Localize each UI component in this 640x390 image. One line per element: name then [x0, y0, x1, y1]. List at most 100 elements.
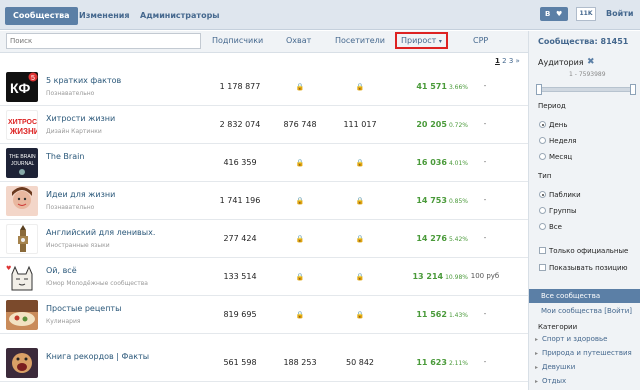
- tab-changes[interactable]: Изменения: [71, 7, 138, 25]
- growth-value: 41 571 3.66%: [380, 82, 468, 91]
- reach-lock-icon: 🔒: [295, 197, 305, 205]
- official-only-checkbox[interactable]: Только официальные: [539, 247, 628, 255]
- reach-value: 188 253: [283, 358, 317, 367]
- subscribers-value: 819 695: [223, 310, 257, 319]
- avatar[interactable]: [6, 186, 38, 216]
- group-name[interactable]: 5 кратких фактов: [46, 76, 121, 85]
- table-row[interactable]: Идеи для жизни Познавательно 1 741 196 🔒…: [0, 183, 528, 220]
- svg-text:5: 5: [31, 75, 35, 82]
- login-link[interactable]: Войти: [606, 7, 633, 21]
- col-cpp[interactable]: CPP: [473, 36, 488, 45]
- col-growth[interactable]: Прирост ▾: [401, 36, 442, 45]
- page-next[interactable]: »: [516, 57, 520, 65]
- growth-pct: 3.66%: [448, 84, 468, 91]
- table-row[interactable]: Книга рекордов | Факты 561 598 188 253 5…: [0, 345, 528, 382]
- group-category: Иностранные языки: [46, 242, 110, 249]
- col-reach[interactable]: Охват: [286, 36, 311, 45]
- reach-lock-icon: 🔒: [295, 83, 305, 91]
- growth-value: 14 276 5.42%: [380, 234, 468, 243]
- nav-all-communities[interactable]: Все сообщества: [529, 289, 640, 303]
- tab-admins[interactable]: Администраторы: [132, 7, 228, 25]
- table-row[interactable]: КФ 5 5 кратких фактов Познавательно 1 178…: [0, 69, 528, 106]
- vk-button[interactable]: В ♥: [540, 7, 568, 21]
- nav-my-communities[interactable]: Мои сообщества [Войти]: [529, 304, 640, 318]
- growth-value: 20 205 0.72%: [380, 120, 468, 129]
- period-week-radio[interactable]: Неделя: [539, 137, 576, 145]
- avatar[interactable]: [6, 348, 38, 378]
- category-rest[interactable]: Отдых: [535, 377, 566, 385]
- cpp-value: -: [483, 196, 487, 204]
- category-nature[interactable]: Природа и путешествия: [535, 349, 632, 357]
- cpp-value: 100 руб: [470, 272, 500, 280]
- reach-value: 876 748: [283, 120, 317, 129]
- avatar[interactable]: [6, 300, 38, 330]
- tab-communities[interactable]: Сообщества: [5, 7, 78, 25]
- table-row[interactable]: ХИТРОСТИЖИЗНИ Хитрости жизни Дизайн Карт…: [0, 107, 528, 144]
- growth-value: 16 036 4.01%: [380, 158, 468, 167]
- communities-total: Сообщества: 81451: [538, 37, 629, 46]
- avatar[interactable]: [6, 224, 38, 254]
- avatar[interactable]: КФ 5: [6, 72, 38, 102]
- subscribers-value: 1 178 877: [219, 82, 261, 91]
- group-name[interactable]: Ой, всё: [46, 266, 77, 275]
- like-count: 11K: [576, 7, 596, 21]
- col-growth-label: Прирост: [401, 36, 437, 45]
- cpp-value: -: [483, 120, 487, 128]
- avatar[interactable]: ХИТРОСТИЖИЗНИ: [6, 110, 38, 140]
- audience-slider[interactable]: [536, 84, 636, 95]
- cpp-value: -: [483, 234, 487, 242]
- reach-lock-icon: 🔒: [295, 311, 305, 319]
- filter-sidebar: Сообщества: 81451 Аудитория ✖ 1 - 759398…: [528, 31, 640, 390]
- svg-text:ЖИЗНИ: ЖИЗНИ: [9, 127, 38, 136]
- subscribers-value: 2 832 074: [219, 120, 261, 129]
- growth-pct: 4.01%: [448, 160, 468, 167]
- type-groups-label: Группы: [549, 207, 577, 215]
- group-name[interactable]: Простые рецепты: [46, 304, 121, 313]
- table-row[interactable]: ♥ Ой, всё Юмор Молодёжные сообщества 133…: [0, 259, 528, 296]
- search-input[interactable]: [6, 33, 201, 49]
- type-all-radio[interactable]: Все: [539, 223, 562, 231]
- group-category: Познавательно: [46, 204, 95, 211]
- growth-value: 13 214 10.98%: [380, 272, 468, 281]
- slider-max-handle[interactable]: [630, 84, 636, 95]
- period-month-radio[interactable]: Месяц: [539, 153, 572, 161]
- col-subscribers[interactable]: Подписчики: [212, 36, 263, 45]
- subscribers-value: 416 359: [223, 158, 257, 167]
- category-girls[interactable]: Девушки: [535, 363, 575, 371]
- group-name[interactable]: The Brain: [46, 152, 84, 161]
- group-name[interactable]: Идеи для жизни: [46, 190, 115, 199]
- growth-pct: 1.43%: [448, 312, 468, 319]
- growth-pct: 0.85%: [448, 198, 468, 205]
- growth-pct: 2.11%: [448, 360, 468, 367]
- page-2[interactable]: 2: [502, 57, 506, 65]
- table-row[interactable]: Английский для ленивых. Иностранные язык…: [0, 221, 528, 258]
- type-groups-radio[interactable]: Группы: [539, 207, 577, 215]
- clear-audience-icon[interactable]: ✖: [587, 57, 595, 67]
- growth-count: 11 623: [416, 358, 447, 367]
- growth-count: 14 753: [416, 196, 447, 205]
- official-only-label: Только официальные: [549, 247, 629, 255]
- growth-value: 11 623 2.11%: [380, 358, 468, 367]
- col-visitors[interactable]: Посетители: [335, 36, 385, 45]
- table-row[interactable]: Простые рецепты Кулинария 819 695 🔒 🔒 11…: [0, 297, 528, 334]
- group-name[interactable]: Английский для ленивых.: [46, 228, 155, 237]
- period-day-radio[interactable]: День: [539, 121, 567, 129]
- slider-min-handle[interactable]: [536, 84, 542, 95]
- avatar[interactable]: THE BRAIN JOURNAL: [6, 148, 38, 178]
- audience-label: Аудитория: [538, 58, 584, 67]
- growth-count: 13 214: [412, 272, 444, 281]
- page-3[interactable]: 3: [509, 57, 513, 65]
- group-name[interactable]: Хитрости жизни: [46, 114, 115, 123]
- table-row[interactable]: THE BRAIN JOURNAL The Brain 416 359 🔒 🔒 1…: [0, 145, 528, 182]
- category-sport[interactable]: Спорт и здоровье: [535, 335, 607, 343]
- growth-count: 41 571: [416, 82, 447, 91]
- avatar[interactable]: ♥: [6, 262, 38, 292]
- show-position-checkbox[interactable]: Показывать позицию: [539, 264, 628, 272]
- growth-pct: 10.98%: [445, 274, 468, 281]
- svg-text:THE BRAIN: THE BRAIN: [9, 154, 36, 160]
- type-publics-radio[interactable]: Паблики: [539, 191, 581, 199]
- table-header: Подписчики Охват Посетители Прирост ▾ CP…: [0, 31, 528, 53]
- categories-label: Категории: [538, 323, 578, 331]
- group-name[interactable]: Книга рекордов | Факты: [46, 352, 149, 361]
- type-publics-label: Паблики: [549, 191, 581, 199]
